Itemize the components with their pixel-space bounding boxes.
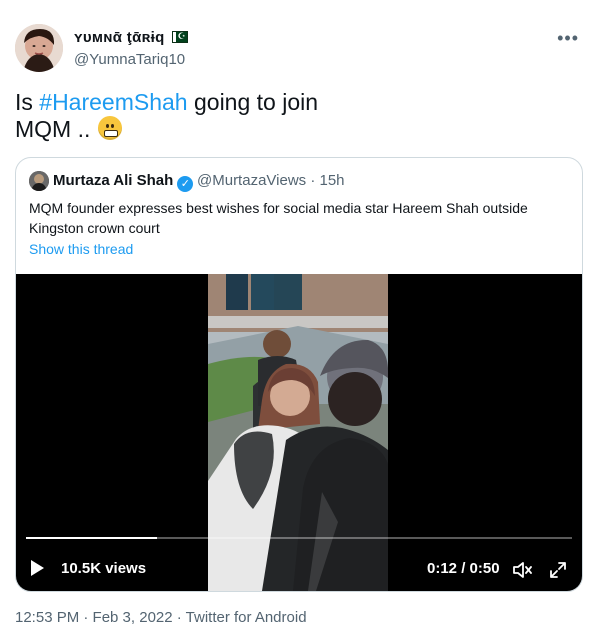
- quote-author-handle[interactable]: @MurtazaViews: [197, 172, 306, 189]
- author-display-name[interactable]: ʏᴜᴍɴᾱ ţᾱʀɨq: [74, 29, 165, 46]
- tweet-text-start: Is: [15, 89, 40, 115]
- avatar-image: [15, 24, 63, 72]
- video-player[interactable]: 10.5K views 0:12 / 0:50: [16, 274, 582, 591]
- hashtag-link[interactable]: #HareemShah: [39, 89, 187, 115]
- quote-time[interactable]: 15h: [320, 172, 345, 189]
- quote-author-meta: @MurtazaViews · 15h: [197, 172, 345, 189]
- fullscreen-icon[interactable]: [549, 561, 567, 579]
- quote-author-name[interactable]: Murtaza Ali Shah ✓: [53, 172, 194, 192]
- tweet-text-line2: MQM ..: [15, 116, 91, 142]
- more-dots-icon[interactable]: •••: [557, 28, 579, 49]
- mute-icon[interactable]: [512, 561, 532, 579]
- quoted-tweet[interactable]: Murtaza Ali Shah ✓ @MurtazaViews · 15h MQ…: [15, 157, 583, 592]
- video-progress-track[interactable]: [26, 537, 572, 539]
- video-still: [208, 274, 389, 591]
- video-timestamp: 0:12 / 0:50: [427, 560, 500, 577]
- video-frame[interactable]: [208, 274, 389, 591]
- video-views-count: 10.5K views: [61, 560, 147, 577]
- quote-text: MQM founder expresses best wishes for so…: [29, 200, 528, 236]
- tweet-card: ʏᴜᴍɴᾱ ţᾱʀɨq @YumnaTariq10 ••• Is #Hareem…: [0, 0, 599, 640]
- author-handle[interactable]: @YumnaTariq10: [74, 51, 185, 68]
- quote-separator: ·: [306, 172, 320, 189]
- play-icon[interactable]: [31, 560, 44, 576]
- video-progress-fill: [26, 537, 158, 539]
- emoji-teeth: [103, 130, 118, 137]
- author-avatar[interactable]: [15, 24, 63, 72]
- tweet-footer-timestamp[interactable]: 12:53 PM · Feb 3, 2022 · Twitter for And…: [15, 609, 307, 626]
- pakistan-flag-icon: [171, 29, 188, 43]
- grimacing-face-emoji-icon: [97, 116, 122, 140]
- verified-badge-icon: ✓: [177, 176, 194, 192]
- tweet-body: Is #HareemShah going to join MQM ..: [15, 89, 575, 143]
- quote-avatar-image: [29, 171, 49, 191]
- show-thread-link[interactable]: Show this thread: [29, 241, 133, 257]
- tweet-text-middle: going to join: [187, 89, 319, 115]
- author-row: ʏᴜᴍɴᾱ ţᾱʀɨq: [74, 29, 188, 47]
- quote-author-name-text: Murtaza Ali Shah: [53, 172, 174, 189]
- quote-author-avatar[interactable]: [29, 171, 49, 191]
